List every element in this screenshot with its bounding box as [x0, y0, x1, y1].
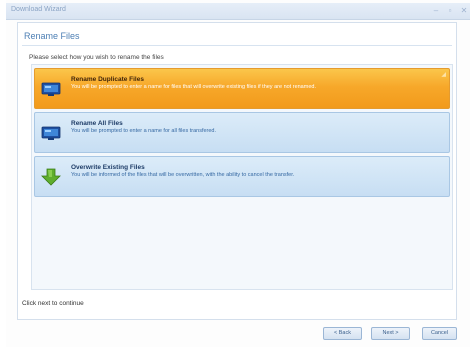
- option-title: Rename Duplicate Files: [71, 76, 144, 83]
- option-description: You will be prompted to enter a name for…: [71, 84, 316, 90]
- maximize-icon[interactable]: ▫: [446, 5, 454, 17]
- wizard-page-panel: Rename Files Please select how you wish …: [17, 22, 457, 320]
- window-left-edge: [0, 0, 6, 347]
- instruction-text: Please select how you wish to rename the…: [29, 54, 164, 61]
- option-description: You will be prompted to enter a name for…: [71, 128, 217, 134]
- next-button[interactable]: Next >: [371, 327, 410, 340]
- monitor-icon: [41, 82, 61, 96]
- cancel-button[interactable]: Cancel: [422, 327, 457, 340]
- title-bar[interactable]: Download Wizard – ▫ ✕: [6, 3, 470, 20]
- minimize-icon[interactable]: –: [432, 5, 440, 17]
- option-rename-all-files[interactable]: Rename All Files You will be prompted to…: [34, 112, 450, 153]
- monitor-icon: [41, 126, 61, 140]
- option-title: Overwrite Existing Files: [71, 164, 145, 171]
- download-wizard-window: Download Wizard – ▫ ✕ Rename Files Pleas…: [0, 0, 470, 347]
- option-rename-duplicate-files[interactable]: Rename Duplicate Files You will be promp…: [34, 68, 450, 109]
- footer-hint: Click next to continue: [22, 300, 84, 307]
- window-title: Download Wizard: [11, 6, 66, 13]
- close-icon[interactable]: ✕: [460, 5, 468, 17]
- back-button[interactable]: < Back: [323, 327, 362, 340]
- option-title: Rename All Files: [71, 120, 123, 127]
- rename-options-list: Rename Duplicate Files You will be promp…: [31, 64, 453, 290]
- option-overwrite-existing-files[interactable]: Overwrite Existing Files You will be inf…: [34, 156, 450, 197]
- window-controls: – ▫ ✕: [432, 5, 468, 17]
- title-divider: [22, 45, 452, 46]
- option-description: You will be informed of the files that w…: [71, 172, 295, 178]
- download-arrow-icon: [41, 168, 61, 186]
- corner-grip-icon: ◢: [441, 72, 446, 78]
- wizard-button-bar: < Back Next > Cancel: [17, 322, 457, 342]
- page-title: Rename Files: [24, 31, 80, 41]
